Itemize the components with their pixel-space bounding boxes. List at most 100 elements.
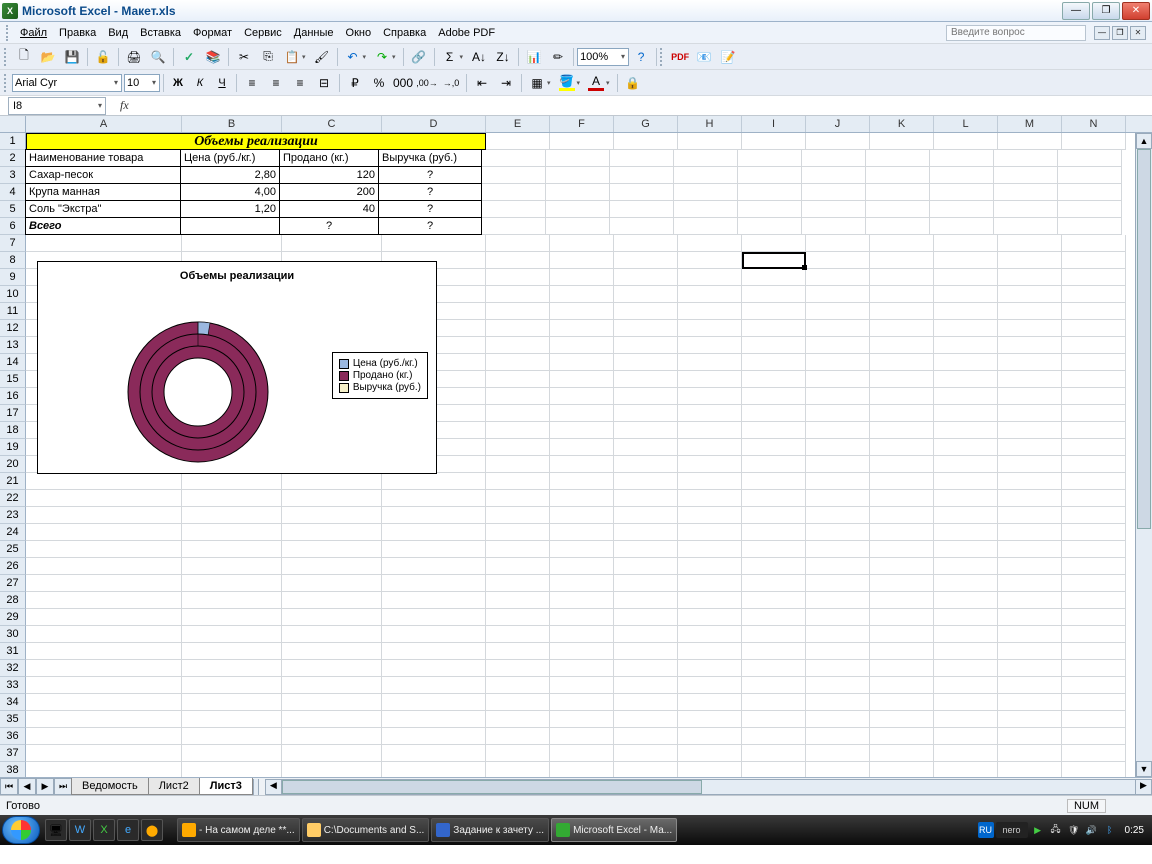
scroll-up-button[interactable]: ▲ <box>1136 133 1152 149</box>
cell[interactable] <box>678 354 742 371</box>
cell[interactable] <box>934 252 998 269</box>
cell[interactable] <box>934 371 998 388</box>
cell[interactable] <box>282 728 382 745</box>
cell[interactable] <box>678 473 742 490</box>
cell[interactable] <box>998 507 1062 524</box>
cell[interactable] <box>182 660 282 677</box>
cell[interactable] <box>1062 507 1126 524</box>
cell[interactable] <box>806 507 870 524</box>
cell[interactable]: Цена (руб./кг.) <box>180 149 280 167</box>
cell[interactable] <box>678 507 742 524</box>
cell[interactable] <box>550 422 614 439</box>
fx-icon[interactable]: fx <box>120 98 129 113</box>
sheet-tab-list3[interactable]: Лист3 <box>199 778 253 795</box>
cell[interactable] <box>382 745 486 762</box>
scroll-right-button[interactable]: ▶ <box>1135 780 1151 794</box>
help-button[interactable]: ? <box>630 47 652 67</box>
menu-file[interactable]: Файл <box>14 25 53 41</box>
cell[interactable] <box>870 354 934 371</box>
zoom-combo[interactable]: 100% <box>577 48 629 66</box>
cell[interactable] <box>866 184 930 201</box>
cell[interactable] <box>870 337 934 354</box>
menu-grip[interactable] <box>6 25 10 41</box>
row-header[interactable]: 16 <box>0 388 26 405</box>
task-word[interactable]: Задание к зачету ... <box>431 818 549 842</box>
cell[interactable] <box>282 558 382 575</box>
cell[interactable] <box>934 558 998 575</box>
font-combo[interactable]: Arial Cyr <box>12 74 122 92</box>
cell[interactable] <box>382 235 486 252</box>
cell[interactable] <box>26 694 182 711</box>
row-header[interactable]: 9 <box>0 269 26 286</box>
cell[interactable]: Соль "Экстра" <box>25 200 181 218</box>
row-header[interactable]: 13 <box>0 337 26 354</box>
cell[interactable] <box>614 286 678 303</box>
font-size-combo[interactable]: 10 <box>124 74 160 92</box>
cell[interactable] <box>866 201 930 218</box>
embedded-chart[interactable]: Объемы реализации Цена (руб./кг.) Продан… <box>37 261 437 474</box>
permission-button[interactable]: 🔓 <box>92 47 114 67</box>
cell[interactable] <box>934 609 998 626</box>
cell[interactable]: 200 <box>279 183 379 201</box>
cell[interactable] <box>866 167 930 184</box>
cell[interactable] <box>614 320 678 337</box>
cell[interactable] <box>486 252 550 269</box>
cell[interactable] <box>998 371 1062 388</box>
cell[interactable] <box>870 252 934 269</box>
cell[interactable] <box>550 252 614 269</box>
cell[interactable] <box>550 269 614 286</box>
research-button[interactable]: 📚 <box>202 47 224 67</box>
cell[interactable] <box>742 235 806 252</box>
cell[interactable] <box>182 728 282 745</box>
col-header[interactable]: L <box>934 116 998 132</box>
cell[interactable] <box>1062 235 1126 252</box>
cell[interactable] <box>742 558 806 575</box>
row-header[interactable]: 11 <box>0 303 26 320</box>
cell[interactable] <box>678 626 742 643</box>
cell[interactable] <box>806 422 870 439</box>
cell[interactable] <box>614 354 678 371</box>
col-header[interactable]: A <box>26 116 182 132</box>
cell[interactable] <box>934 473 998 490</box>
cell[interactable] <box>738 167 802 184</box>
cell[interactable] <box>182 490 282 507</box>
cell[interactable] <box>550 541 614 558</box>
cell[interactable] <box>1062 558 1126 575</box>
row-header[interactable]: 21 <box>0 473 26 490</box>
cell[interactable] <box>934 660 998 677</box>
cell[interactable] <box>678 643 742 660</box>
cell[interactable] <box>998 354 1062 371</box>
cell[interactable] <box>802 218 866 235</box>
cell[interactable] <box>1062 320 1126 337</box>
cell[interactable] <box>934 694 998 711</box>
cell[interactable] <box>870 303 934 320</box>
cell[interactable] <box>998 677 1062 694</box>
cell[interactable] <box>486 592 550 609</box>
cell[interactable] <box>870 728 934 745</box>
cut-button[interactable]: ✂ <box>233 47 255 67</box>
start-button[interactable] <box>2 816 40 844</box>
cell[interactable] <box>550 405 614 422</box>
cell[interactable] <box>742 745 806 762</box>
cell[interactable] <box>870 473 934 490</box>
cell[interactable] <box>870 677 934 694</box>
cell[interactable] <box>806 303 870 320</box>
ql-excel[interactable]: X <box>93 819 115 841</box>
redo-button[interactable]: ↷ <box>371 47 399 67</box>
cell[interactable] <box>802 184 866 201</box>
drawing-button[interactable]: ✏ <box>547 47 569 67</box>
hscroll-thumb[interactable] <box>282 780 702 794</box>
minimize-button[interactable]: — <box>1062 2 1090 20</box>
row-header[interactable]: 18 <box>0 422 26 439</box>
cell[interactable] <box>806 558 870 575</box>
cell[interactable]: ? <box>378 217 482 235</box>
cell[interactable] <box>742 507 806 524</box>
cell[interactable] <box>866 150 930 167</box>
cell[interactable] <box>182 609 282 626</box>
cell[interactable] <box>870 626 934 643</box>
col-header[interactable]: F <box>550 116 614 132</box>
cell[interactable] <box>678 133 742 150</box>
cell[interactable] <box>1062 405 1126 422</box>
cell[interactable] <box>610 184 674 201</box>
cell[interactable] <box>678 337 742 354</box>
